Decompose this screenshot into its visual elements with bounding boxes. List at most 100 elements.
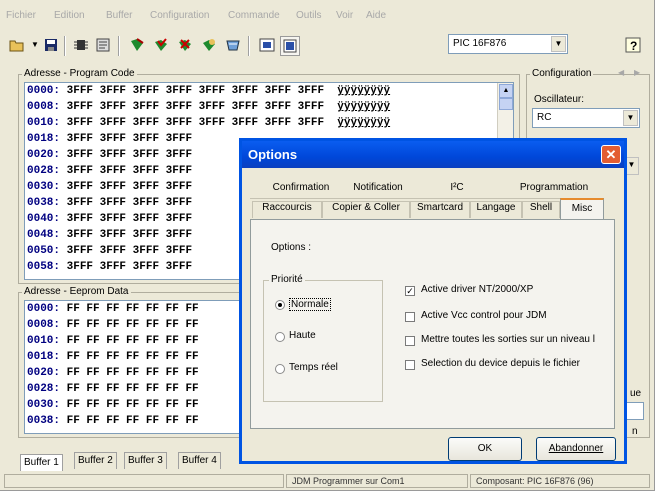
oscillator-value: RC [537, 112, 552, 123]
erase-icon[interactable] [176, 36, 194, 54]
tab-smartcard[interactable]: Smartcard [410, 201, 470, 218]
status-programmer: JDM Programmer sur Com1 [292, 476, 405, 486]
device-select-value: PIC 16F876 [453, 38, 507, 49]
radio-normale[interactable] [275, 300, 285, 310]
table-row[interactable]: 0008: FF FF FF FF FF FF FF [27, 319, 199, 332]
blank-check-icon[interactable] [200, 36, 218, 54]
checkbox-device-from-file[interactable] [405, 360, 415, 370]
table-row[interactable]: 0010: FF FF FF FF FF FF FF [27, 335, 199, 348]
table-row[interactable]: 0018: 3FFF 3FFF 3FFF 3FFF [27, 133, 192, 146]
tab-confirmation[interactable]: Confirmation [270, 182, 332, 196]
open-icon[interactable] [8, 36, 26, 54]
table-row[interactable]: 0010: 3FFF 3FFF 3FFF 3FFF 3FFF 3FFF 3FFF… [27, 117, 390, 130]
table-row[interactable]: 0000: FF FF FF FF FF FF FF [27, 303, 199, 316]
svg-text:?: ? [630, 39, 637, 53]
oscillator-select[interactable]: RC ▼ [532, 108, 640, 128]
menu-commande[interactable]: Commande [228, 10, 280, 21]
eeprom-label: Adresse - Eeprom Data [22, 286, 131, 297]
chevron-down-icon[interactable]: ▼ [623, 110, 638, 126]
scroll-left-icon[interactable]: ◀ [618, 68, 624, 77]
cancel-button[interactable]: Abandonner [536, 437, 616, 461]
radio-temps-reel-label[interactable]: Temps réel [289, 362, 338, 373]
table-row[interactable]: 0018: FF FF FF FF FF FF FF [27, 351, 199, 364]
chevron-down-icon[interactable]: ▼ [551, 36, 566, 52]
radio-haute[interactable] [275, 332, 285, 342]
close-icon[interactable]: ✕ [601, 145, 621, 164]
verify-icon[interactable] [152, 36, 170, 54]
toolbar: ▼ PIC 16F876 ▼ ? [0, 26, 654, 62]
program-icon[interactable] [128, 36, 146, 54]
tab-shell[interactable]: Shell [522, 201, 560, 218]
checkbox-device-from-file-label[interactable]: Selection du device depuis le fichier [421, 358, 580, 369]
scroll-thumb[interactable] [499, 98, 513, 110]
table-row[interactable]: 0028: 3FFF 3FFF 3FFF 3FFF [27, 165, 192, 178]
device-select[interactable]: PIC 16F876 ▼ [448, 34, 568, 54]
scroll-right-icon[interactable]: ▶ [634, 68, 640, 77]
tab-buffer-1[interactable]: Buffer 1 [20, 454, 63, 471]
ok-button[interactable]: OK [448, 437, 522, 461]
tab-langage[interactable]: Langage [470, 201, 522, 218]
tab-notification[interactable]: Notification [346, 182, 410, 196]
menu-buffer[interactable]: Buffer [106, 10, 133, 21]
buffer-icon[interactable] [280, 36, 300, 56]
tab-programmation[interactable]: Programmation [512, 182, 596, 196]
scroll-up-icon[interactable]: ▲ [499, 84, 513, 98]
toolbar-separator [248, 36, 250, 56]
menu-bar: Fichier Edition Buffer Configuration Com… [0, 0, 654, 22]
table-row[interactable]: 0038: FF FF FF FF FF FF FF [27, 415, 199, 428]
dialog-title: Options [248, 147, 298, 162]
menu-outils[interactable]: Outils [296, 10, 322, 21]
checkbox-outputs-level-label[interactable]: Mettre toutes les sorties sur un niveau … [421, 334, 595, 345]
menu-aide[interactable]: Aide [366, 10, 386, 21]
table-row[interactable]: 0030: FF FF FF FF FF FF FF [27, 399, 199, 412]
toolbar-separator [118, 36, 120, 56]
table-row[interactable]: 0030: 3FFF 3FFF 3FFF 3FFF [27, 181, 192, 194]
config-partial-field[interactable] [626, 402, 644, 420]
dialog-titlebar[interactable]: Options ✕ [242, 141, 624, 168]
table-row[interactable]: 0038: 3FFF 3FFF 3FFF 3FFF [27, 197, 192, 210]
table-row[interactable]: 0008: 3FFF 3FFF 3FFF 3FFF 3FFF 3FFF 3FFF… [27, 101, 390, 114]
table-row[interactable]: 0050: 3FFF 3FFF 3FFF 3FFF [27, 245, 192, 258]
tab-misc[interactable]: Misc [560, 198, 604, 219]
properties-icon[interactable] [94, 36, 112, 54]
checkbox-outputs-level[interactable] [405, 336, 415, 346]
tab-buffer-3[interactable]: Buffer 3 [124, 452, 167, 469]
radio-normale-label[interactable]: Normale [289, 298, 331, 311]
configuration-label: Configuration [530, 68, 594, 79]
menu-voir[interactable]: Voir [336, 10, 353, 21]
tab-buffer-4[interactable]: Buffer 4 [178, 452, 221, 469]
table-row[interactable]: 0028: FF FF FF FF FF FF FF [27, 383, 199, 396]
menu-configuration[interactable]: Configuration [150, 10, 209, 21]
options-dialog: Options ✕ Confirmation Notification I²C … [239, 138, 627, 464]
table-row[interactable]: 0058: 3FFF 3FFF 3FFF 3FFF [27, 261, 192, 274]
tab-buffer-2[interactable]: Buffer 2 [74, 452, 117, 469]
tab-i2c[interactable]: I²C [442, 182, 472, 196]
table-row[interactable]: 0040: 3FFF 3FFF 3FFF 3FFF [27, 213, 192, 226]
misc-panel: Options : Priorité Normale Haute Temps r… [250, 219, 615, 429]
config-partial-label: ue [630, 388, 642, 399]
menu-edition[interactable]: Edition [54, 10, 85, 21]
table-row[interactable]: 0020: 3FFF 3FFF 3FFF 3FFF [27, 149, 192, 162]
status-component: Composant: PIC 16F876 (96) [476, 476, 594, 486]
read-icon[interactable] [224, 36, 242, 54]
checkbox-driver-nt-label[interactable]: Active driver NT/2000/XP [421, 284, 533, 295]
checkbox-vcc-control[interactable] [405, 312, 415, 322]
save-icon[interactable] [42, 36, 60, 54]
tab-raccourcis[interactable]: Raccourcis [252, 201, 322, 218]
help-icon[interactable]: ? [624, 36, 642, 54]
config-partial-label: n [632, 426, 638, 437]
tab-copier-coller[interactable]: Copier & Coller [322, 201, 410, 218]
table-row[interactable]: 0048: 3FFF 3FFF 3FFF 3FFF [27, 229, 192, 242]
checkbox-driver-nt[interactable]: ✓ [405, 286, 415, 296]
checkbox-vcc-control-label[interactable]: Active Vcc control pour JDM [421, 310, 547, 321]
oscillator-label: Oscillateur: [534, 94, 585, 105]
device-icon[interactable] [258, 36, 276, 54]
priority-label: Priorité [269, 274, 305, 285]
menu-fichier[interactable]: Fichier [6, 10, 36, 21]
chip-icon[interactable] [72, 36, 90, 54]
table-row[interactable]: 0000: 3FFF 3FFF 3FFF 3FFF 3FFF 3FFF 3FFF… [27, 85, 390, 98]
options-label: Options : [271, 242, 312, 253]
radio-haute-label[interactable]: Haute [289, 330, 316, 341]
table-row[interactable]: 0020: FF FF FF FF FF FF FF [27, 367, 199, 380]
radio-temps-reel[interactable] [275, 364, 285, 374]
